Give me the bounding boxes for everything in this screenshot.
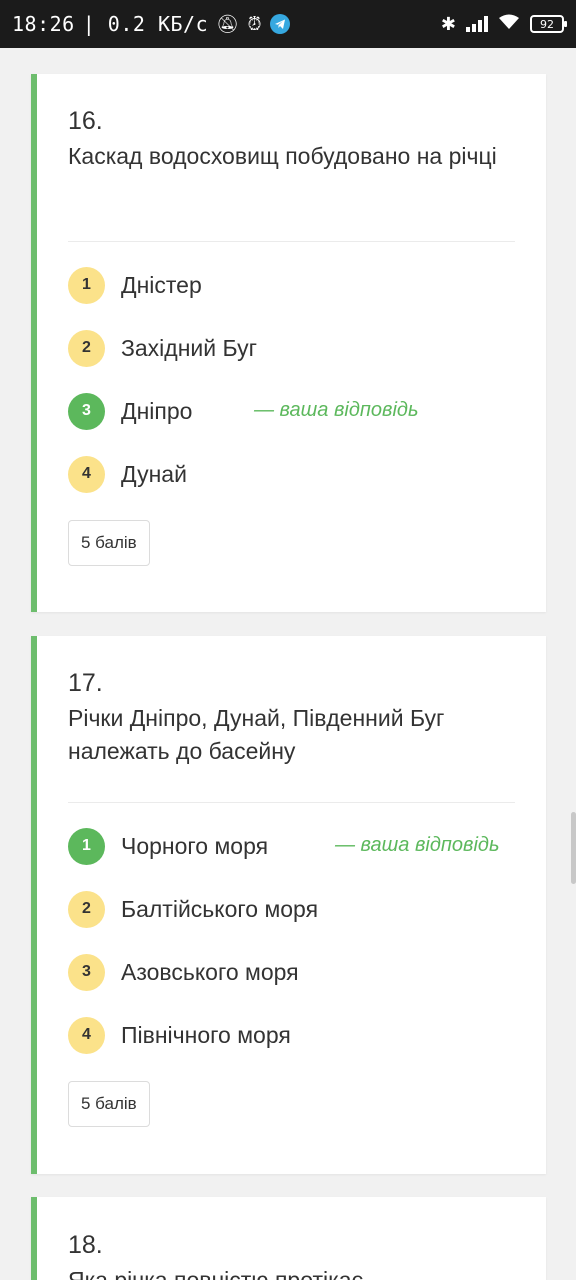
- alarm-icon: ⏰︎: [247, 13, 263, 35]
- network-speed: | 0.2 КБ/с: [82, 12, 209, 36]
- option-number-badge: 2: [68, 329, 105, 367]
- answer-option-selected[interactable]: 3 Дніпро: [68, 391, 192, 431]
- clock: 18:26: [12, 12, 75, 36]
- option-label: Дністер: [121, 271, 202, 298]
- divider: [68, 802, 515, 803]
- status-bar: 18:26 | 0.2 КБ/с 🔕︎ ⏰︎ ✱ 92: [0, 0, 576, 48]
- question-card: 16. Каскад водосховищ побудовано на річц…: [31, 74, 546, 612]
- option-label: Дунай: [121, 460, 187, 487]
- question-card: 18. Яка річка повністю протікає: [31, 1197, 546, 1280]
- option-number-badge: 4: [68, 1016, 105, 1054]
- your-answer-note: — ваша відповідь: [254, 399, 419, 421]
- question-text: Каскад водосховищ побудовано на річці: [68, 143, 497, 169]
- question-number: 17.: [68, 669, 103, 697]
- answer-option[interactable]: 2 Західний Буг: [68, 328, 257, 368]
- points-badge: 5 балів: [68, 520, 150, 566]
- wifi-icon: [498, 14, 520, 34]
- battery-level: 92: [540, 17, 554, 31]
- question-number: 18.: [68, 1231, 103, 1259]
- option-label: Азовського моря: [121, 958, 299, 985]
- answer-option[interactable]: 2 Балтійського моря: [68, 889, 318, 929]
- answer-option[interactable]: 1 Дністер: [68, 265, 202, 305]
- option-number-badge-correct: 1: [68, 827, 105, 865]
- question-text: Яка річка повністю протікає: [68, 1267, 364, 1280]
- option-number-badge: 3: [68, 953, 105, 991]
- option-number-badge-correct: 3: [68, 392, 105, 430]
- answer-option-selected[interactable]: 1 Чорного моря: [68, 826, 268, 866]
- question-number: 16.: [68, 107, 103, 135]
- bell-off-icon: 🔕︎: [216, 13, 240, 35]
- option-number-badge: 4: [68, 455, 105, 493]
- option-label: Балтійського моря: [121, 895, 319, 922]
- telegram-icon: [270, 14, 291, 34]
- your-answer-note: — ваша відповідь: [335, 834, 500, 856]
- question-text: Річки Дніпро, Дунай, Південний Буг належ…: [68, 705, 445, 764]
- option-label: Дніпро: [121, 397, 193, 424]
- option-number-badge: 1: [68, 266, 105, 304]
- divider: [68, 241, 515, 242]
- answer-option[interactable]: 4 Дунай: [68, 454, 187, 494]
- scrollbar[interactable]: [571, 812, 576, 884]
- battery-icon: 92: [530, 15, 567, 33]
- option-label: Чорного моря: [121, 832, 269, 859]
- answer-option[interactable]: 4 Північного моря: [68, 1015, 291, 1055]
- question-card: 17. Річки Дніпро, Дунай, Південний Буг н…: [31, 636, 546, 1174]
- signal-icon: [466, 16, 488, 32]
- option-number-badge: 2: [68, 890, 105, 928]
- answer-option[interactable]: 3 Азовського моря: [68, 952, 299, 992]
- bluetooth-icon: ✱: [440, 13, 456, 35]
- points-badge: 5 балів: [68, 1081, 150, 1127]
- option-label: Північного моря: [121, 1021, 291, 1048]
- option-label: Західний Буг: [121, 334, 257, 361]
